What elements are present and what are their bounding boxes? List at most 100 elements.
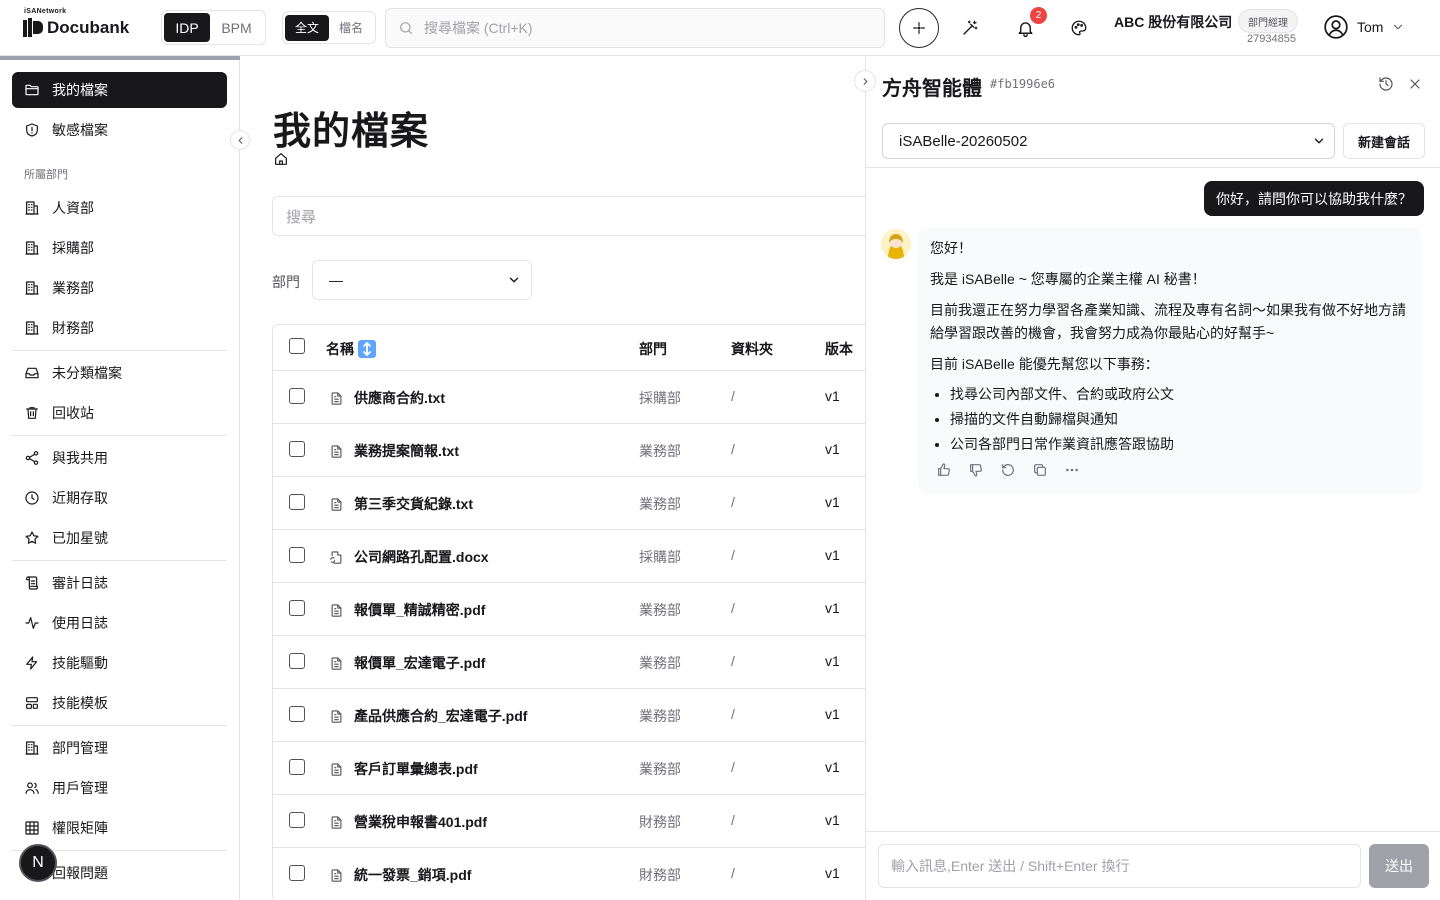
sidebar-item-skill-driver[interactable]: 技能驅動 — [12, 645, 227, 681]
sidebar-item-uncategorized[interactable]: 未分類檔案 — [12, 355, 227, 391]
sidebar-item-skill-template[interactable]: 技能模板 — [12, 685, 227, 721]
mode-switch: IDP BPM — [161, 10, 266, 45]
row-checkbox[interactable] — [289, 388, 305, 404]
table-row[interactable]: 產品供應合約_宏達電子.pdf 業務部 / v1 — [273, 689, 865, 742]
main-content: 我的檔案 搜尋 部門 — 名稱 部門 資料夾 版本 供應商合約.txt 採購部 / v… — [240, 56, 865, 900]
sidebar-item-audit-log[interactable]: 審計日誌 — [12, 565, 227, 601]
table-row[interactable]: 統一發票_銷項.pdf 財務部 / v1 — [273, 848, 865, 900]
file-name-cell[interactable]: 業務提案簡報.txt — [329, 441, 459, 461]
regenerate-icon[interactable] — [1000, 462, 1016, 478]
sidebar-item-starred[interactable]: 已加星號 — [12, 520, 227, 556]
column-name-header[interactable]: 名稱 — [326, 339, 376, 359]
sidebar-item-label: 採購部 — [52, 240, 94, 256]
sidebar-item-my-files[interactable]: 我的檔案 — [12, 72, 227, 108]
brand-logo[interactable]: Docubank — [23, 18, 129, 38]
bot-message-paragraph: 您好！ — [930, 240, 972, 256]
sparkle-icon — [913, 22, 925, 34]
sidebar-item-permission-matrix[interactable]: 權限矩陣 — [12, 810, 227, 846]
notification-count-badge: 2 — [1030, 7, 1047, 24]
file-name-cell[interactable]: 營業稅申報書401.pdf — [329, 812, 487, 832]
file-folder: / — [731, 494, 735, 510]
close-icon[interactable] — [1407, 76, 1423, 92]
copy-icon[interactable] — [1032, 462, 1048, 478]
file-dept: 業務部 — [639, 602, 681, 618]
row-checkbox[interactable] — [289, 441, 305, 457]
table-row[interactable]: 供應商合約.txt 採購部 / v1 — [273, 371, 865, 424]
global-search-input[interactable]: 搜尋檔案 (Ctrl+K) — [385, 8, 885, 48]
history-icon[interactable] — [1378, 76, 1394, 92]
mode-tab-idp[interactable]: IDP — [164, 13, 210, 42]
file-name-cell[interactable]: 報價單_宏達電子.pdf — [329, 653, 485, 673]
mode-tab-bpm[interactable]: BPM — [210, 13, 263, 42]
sidebar-item-recycle-bin[interactable]: 回收站 — [12, 395, 227, 431]
thumbs-down-icon[interactable] — [968, 462, 984, 478]
file-dept: 業務部 — [639, 761, 681, 777]
row-checkbox[interactable] — [289, 494, 305, 510]
file-name-cell[interactable]: 報價單_精誠精密.pdf — [329, 600, 485, 620]
user-menu[interactable]: Tom — [1323, 14, 1405, 40]
row-checkbox[interactable] — [289, 812, 305, 828]
sidebar-item-label: 技能驅動 — [52, 655, 108, 671]
ai-assistant-button[interactable] — [899, 8, 939, 48]
table-row[interactable]: 公司網路孔配置.docx 採購部 / v1 — [273, 530, 865, 583]
row-checkbox[interactable] — [289, 600, 305, 616]
send-button[interactable]: 送出 — [1369, 844, 1429, 888]
table-row[interactable]: 報價單_精誠精密.pdf 業務部 / v1 — [273, 583, 865, 636]
magic-wand-button[interactable] — [950, 8, 990, 48]
message-actions — [936, 462, 1080, 478]
file-name-cell[interactable]: 第三季交貨紀錄.txt — [329, 494, 473, 514]
sidebar-divider — [12, 350, 227, 351]
chat-collapse-button[interactable] — [854, 70, 876, 92]
sidebar-item-user-management[interactable]: 用戶管理 — [12, 770, 227, 806]
table-row[interactable]: 報價單_宏達電子.pdf 業務部 / v1 — [273, 636, 865, 689]
bot-capability-item: 公司各部門日常作業資訊應答跟協助 — [950, 432, 1409, 457]
theme-button[interactable] — [1059, 8, 1099, 48]
more-icon[interactable] — [1064, 462, 1080, 478]
row-checkbox[interactable] — [289, 653, 305, 669]
workspace-avatar[interactable]: N — [19, 844, 57, 882]
sidebar-item-shared-with-me[interactable]: 與我共用 — [12, 440, 227, 476]
file-folder: / — [731, 759, 735, 775]
file-name-cell[interactable]: 公司網路孔配置.docx — [329, 547, 489, 567]
table-row[interactable]: 營業稅申報書401.pdf 財務部 / v1 — [273, 795, 865, 848]
file-search-input[interactable]: 搜尋 — [272, 196, 865, 236]
file-table: 名稱 部門 資料夾 版本 供應商合約.txt 採購部 / v1 業務提案簡報.txt 業務… — [272, 324, 865, 900]
sidebar-item-sales[interactable]: 業務部 — [12, 270, 227, 306]
file-name-cell[interactable]: 統一發票_銷項.pdf — [329, 865, 471, 885]
sidebar-item-label: 敏感檔案 — [52, 122, 108, 138]
session-select[interactable]: iSABelle-20260502 — [882, 123, 1335, 159]
sidebar-item-procurement[interactable]: 採購部 — [12, 230, 227, 266]
sidebar-item-label: 人資部 — [52, 200, 94, 216]
table-row[interactable]: 客戶訂單彙總表.pdf 業務部 / v1 — [273, 742, 865, 795]
sidebar-item-finance[interactable]: 財務部 — [12, 310, 227, 346]
search-mode-fulltext[interactable]: 全文 — [285, 14, 329, 41]
row-checkbox[interactable] — [289, 759, 305, 775]
bot-capability-list: 找尋公司內部文件、合約或政府公文 掃描的文件自動歸檔與通知 公司各部門日常作業資… — [950, 382, 1409, 457]
table-row[interactable]: 業務提案簡報.txt 業務部 / v1 — [273, 424, 865, 477]
table-row[interactable]: 第三季交貨紀錄.txt 業務部 / v1 — [273, 477, 865, 530]
star-icon — [25, 531, 39, 544]
file-folder: / — [731, 388, 735, 404]
sidebar-item-hr[interactable]: 人資部 — [12, 190, 227, 226]
file-name-cell[interactable]: 客戶訂單彙總表.pdf — [329, 759, 478, 779]
new-chat-button[interactable]: 新建會話 — [1343, 123, 1425, 159]
file-version: v1 — [825, 388, 840, 404]
brand-name: Docubank — [47, 18, 130, 37]
file-name-cell[interactable]: 產品供應合約_宏達電子.pdf — [329, 706, 527, 726]
sidebar-item-sensitive-files[interactable]: 敏感檔案 — [12, 112, 227, 148]
row-checkbox[interactable] — [289, 865, 305, 881]
sidebar-item-usage-log[interactable]: 使用日誌 — [12, 605, 227, 641]
home-icon[interactable] — [273, 151, 289, 167]
chat-message-input[interactable]: 輸入訊息,Enter 送出 / Shift+Enter 換行 — [878, 844, 1361, 888]
file-name-cell[interactable]: 供應商合約.txt — [329, 388, 445, 408]
sidebar-item-recent[interactable]: 近期存取 — [12, 480, 227, 516]
select-all-checkbox[interactable] — [289, 338, 305, 354]
thumbs-up-icon[interactable] — [936, 462, 952, 478]
dept-filter-select[interactable]: — — [312, 260, 532, 300]
row-checkbox[interactable] — [289, 706, 305, 722]
table-header-row: 名稱 部門 資料夾 版本 — [273, 325, 865, 371]
row-checkbox[interactable] — [289, 547, 305, 563]
sidebar-item-dept-management[interactable]: 部門管理 — [12, 730, 227, 766]
search-mode-filename[interactable]: 檔名 — [329, 15, 373, 41]
user-name: Tom — [1357, 19, 1384, 35]
